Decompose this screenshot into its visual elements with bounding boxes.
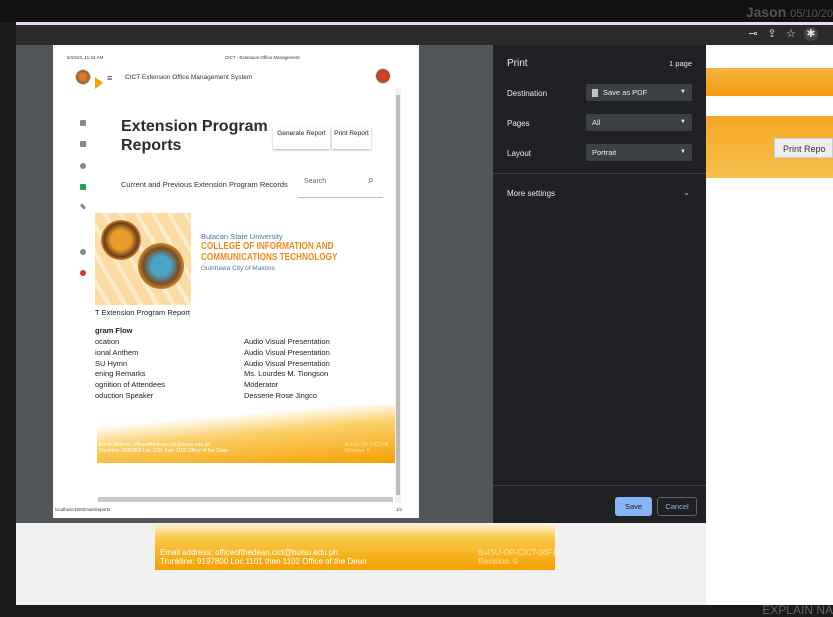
print-timestamp: 5/10/23, 11:44 AM	[67, 55, 104, 60]
flow-item: SU Hymn	[95, 358, 128, 368]
share-icon[interactable]: ⇪	[765, 27, 779, 41]
chevron-down-icon: ⌄	[683, 188, 690, 197]
paper-banner-code: BulSU-OP-CICT-08 Revision: 0	[345, 442, 389, 454]
user-icon[interactable]	[80, 163, 86, 169]
bulsu-gear-logo	[101, 220, 141, 260]
college-logo-left	[75, 69, 91, 85]
settings-icon[interactable]	[80, 249, 86, 255]
tools-icon[interactable]	[79, 203, 87, 210]
footer-page: 1/1	[396, 507, 403, 512]
flow-item: ognition of Attendees	[95, 380, 166, 390]
flow-item: ocation	[95, 337, 120, 346]
footer-divider	[493, 485, 706, 486]
records-label: Current and Previous Extension Program R…	[121, 180, 288, 189]
location: Guinhawa City of Malolos	[201, 265, 275, 272]
cancel-button[interactable]: Cancel	[657, 497, 697, 516]
print-report-button[interactable]: Print Report	[332, 127, 371, 149]
key-icon[interactable]: ⊸	[746, 27, 760, 41]
footer-url: localhost:4200/main/reports	[55, 507, 111, 512]
flow-item: oduction Speaker	[95, 390, 154, 400]
page-count: 1 page	[669, 59, 692, 68]
divider	[493, 173, 706, 174]
brand-arrow-icon	[95, 77, 103, 89]
print-settings-panel: Print 1 page Destination Save as PDF ▼ P…	[493, 45, 706, 523]
user-name: Jason 05/10/20	[745, 4, 833, 20]
save-button[interactable]: Save	[615, 497, 652, 516]
chevron-down-icon: ▼	[680, 89, 686, 95]
app-title: CICT Extension Office Management System	[125, 74, 253, 81]
browser-toolbar	[16, 25, 833, 45]
flow-details: Audio Visual Presentation Audio Visual P…	[244, 337, 330, 402]
chevron-down-icon: ▼	[680, 149, 686, 155]
preview-page: 5/10/23, 11:44 AM CICT - Extension Offic…	[53, 45, 419, 518]
cict-gear-logo	[138, 243, 184, 289]
background-banner-code: BulSU-OP-CICT-08F1 Revision: 0	[478, 548, 557, 566]
flow-items: ocation ional Anthem SU Hymn ening Remar…	[95, 337, 165, 402]
college-logo-right	[375, 68, 391, 84]
college-name: COLLEGE OF INFORMATION AND COMMUNICATIONS…	[201, 241, 338, 263]
calendar-icon[interactable]	[80, 141, 86, 147]
flow-detail: Audio Visual Presentation	[244, 358, 330, 368]
pages-label: Pages	[507, 119, 530, 128]
search-icon[interactable]: ⌕	[368, 175, 374, 186]
preview-horizontal-scrollbar[interactable]	[98, 497, 393, 502]
flow-detail: Audio Visual Presentation	[244, 347, 330, 357]
reports-icon[interactable]	[80, 184, 86, 190]
layout-label: Layout	[507, 149, 532, 158]
menu-icon[interactable]: ≡	[107, 73, 112, 83]
pages-select[interactable]: All ▼	[586, 114, 692, 131]
flow-item: ional Anthem	[95, 347, 139, 357]
background-header-band	[706, 68, 833, 96]
logout-icon[interactable]	[80, 270, 86, 276]
dashboard-icon[interactable]	[80, 120, 86, 126]
preview-scroll-thumb[interactable]	[396, 95, 400, 495]
top-bar	[0, 0, 833, 22]
background-print-report-button[interactable]: Print Repo	[774, 138, 833, 158]
search-input[interactable]: Search ⌕	[298, 169, 383, 198]
generate-report-button[interactable]: Generate Report	[273, 127, 330, 149]
layout-select[interactable]: Portrait ▼	[586, 144, 692, 161]
paper-footer-banner	[97, 405, 397, 463]
background-banner-contact: Email address: officeofthedean.cict@buls…	[160, 548, 367, 566]
bookmark-star-icon[interactable]: ☆	[784, 27, 798, 41]
flow-item: ening Remarks	[95, 369, 146, 379]
university-name: Bulacan State University	[201, 232, 283, 241]
flow-detail: Ms. Lourdes M. Tiongson	[244, 369, 329, 379]
pdf-file-icon	[592, 89, 598, 98]
destination-label: Destination	[507, 89, 548, 98]
more-settings-toggle[interactable]: More settings ⌄	[493, 180, 706, 206]
flow-heading: gram Flow	[95, 326, 133, 335]
chevron-down-icon: ▼	[680, 119, 686, 125]
destination-select[interactable]: Save as PDF ▼	[586, 84, 692, 101]
bottom-strip	[0, 605, 833, 615]
report-name: T Extension Program Report	[95, 308, 190, 317]
page-title: Extension Program Reports	[121, 118, 268, 154]
extension-icon[interactable]: ✱	[804, 27, 818, 41]
flow-detail: Desserie Rose Jingco	[244, 390, 317, 400]
print-title: Print	[507, 58, 528, 69]
flow-detail: Audio Visual Presentation	[244, 337, 330, 346]
flow-detail: Moderator	[244, 380, 279, 390]
print-doc-title: CICT - Extension Office Management	[225, 55, 300, 60]
paper-banner-contact: Email address: officeofthedean.cict@buls…	[99, 442, 229, 454]
